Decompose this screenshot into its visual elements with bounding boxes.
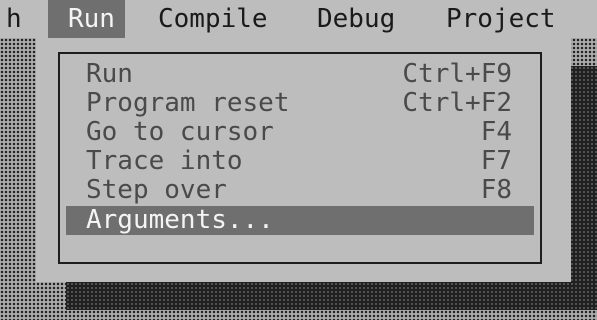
menubar-item-compile[interactable]: Compile [158, 0, 268, 38]
menubar-item-project[interactable]: Project [446, 0, 556, 38]
menu-item-shortcut: F7 [480, 146, 512, 176]
menubar-item-search-partial[interactable]: h [6, 0, 22, 38]
menu-item-label: Run [86, 59, 133, 89]
menu-item-go-to-cursor[interactable]: Go to cursor F4 [66, 118, 534, 147]
menu-bar: h Run Compile Debug Project [0, 0, 597, 38]
menu-item-shortcut: Ctrl+F2 [402, 88, 512, 118]
ide-screen: h Run Compile Debug Project Run Ctrl+F9 … [0, 0, 597, 320]
run-menu-dropdown: Run Ctrl+F9 Program reset Ctrl+F2 Go to … [36, 38, 571, 282]
menu-item-step-over[interactable]: Step over F8 [66, 176, 534, 205]
menu-item-label: Step over [86, 175, 227, 205]
menu-item-arguments[interactable]: Arguments... [66, 206, 534, 235]
run-menu-frame: Run Ctrl+F9 Program reset Ctrl+F2 Go to … [58, 52, 542, 264]
menubar-item-run[interactable]: Run [48, 0, 125, 38]
menu-item-run[interactable]: Run Ctrl+F9 [66, 60, 534, 89]
menu-item-label: Arguments... [86, 205, 274, 235]
menu-item-shortcut: F8 [480, 175, 512, 205]
menu-item-label: Go to cursor [86, 117, 274, 147]
menu-item-label: Program reset [86, 88, 290, 118]
menu-item-program-reset[interactable]: Program reset Ctrl+F2 [66, 89, 534, 118]
menu-item-shortcut: F4 [480, 117, 512, 147]
menubar-item-debug[interactable]: Debug [317, 0, 395, 38]
menu-item-label: Trace into [86, 146, 243, 176]
menu-item-shortcut: Ctrl+F9 [402, 59, 512, 89]
menu-item-trace-into[interactable]: Trace into F7 [66, 147, 534, 176]
